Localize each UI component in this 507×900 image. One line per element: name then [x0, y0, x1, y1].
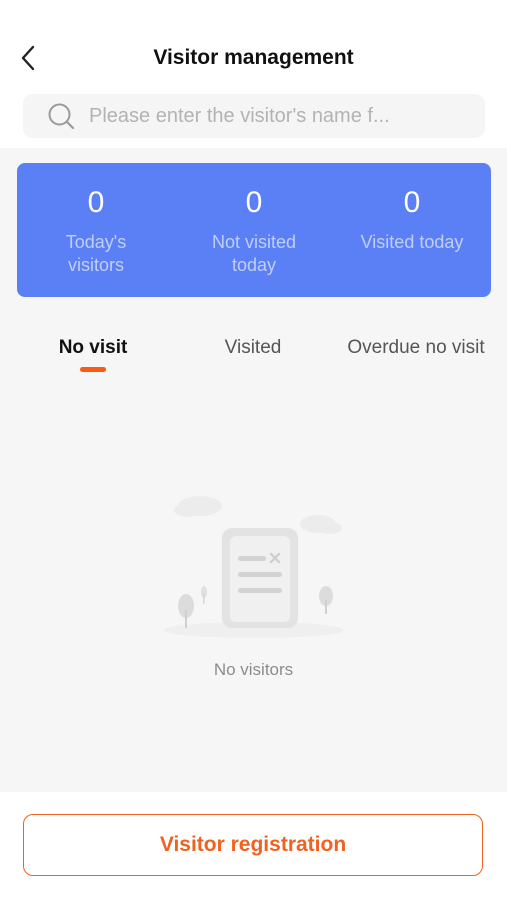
stat-value: 0 — [245, 186, 263, 219]
stat-not-visited-today[interactable]: 0 Not visited today — [175, 163, 333, 297]
tab-no-visit[interactable]: No visit — [40, 330, 146, 366]
search-input[interactable] — [87, 95, 471, 137]
page-title: Visitor management — [153, 46, 354, 69]
search-icon — [47, 102, 75, 130]
tab-bar: No visit Visited Overdue no visit — [0, 330, 507, 380]
empty-state-illustration — [150, 480, 357, 640]
stat-value: 0 — [87, 186, 105, 219]
tab-overdue-no-visit[interactable]: Overdue no visit — [340, 330, 492, 366]
visitor-registration-button[interactable]: Visitor registration — [23, 814, 483, 876]
search-bar[interactable] — [23, 94, 485, 138]
stat-label: Not visited today — [211, 232, 297, 275]
stat-label: Today's visitors — [65, 232, 127, 275]
stat-visited-today[interactable]: 0 Visited today — [333, 163, 491, 297]
stat-label: Visited today — [360, 232, 464, 252]
tab-visited[interactable]: Visited — [203, 330, 303, 366]
empty-document-icon — [164, 496, 344, 638]
header: Visitor management — [0, 0, 507, 148]
footer-bar: Visitor registration — [0, 792, 507, 900]
empty-state-text: No visitors — [213, 660, 294, 679]
stat-todays-visitors[interactable]: 0 Today's visitors — [17, 163, 175, 297]
stats-card: 0 Today's visitors 0 Not visited today 0… — [17, 163, 491, 297]
active-tab-indicator — [80, 367, 106, 372]
stat-value: 0 — [403, 186, 421, 219]
